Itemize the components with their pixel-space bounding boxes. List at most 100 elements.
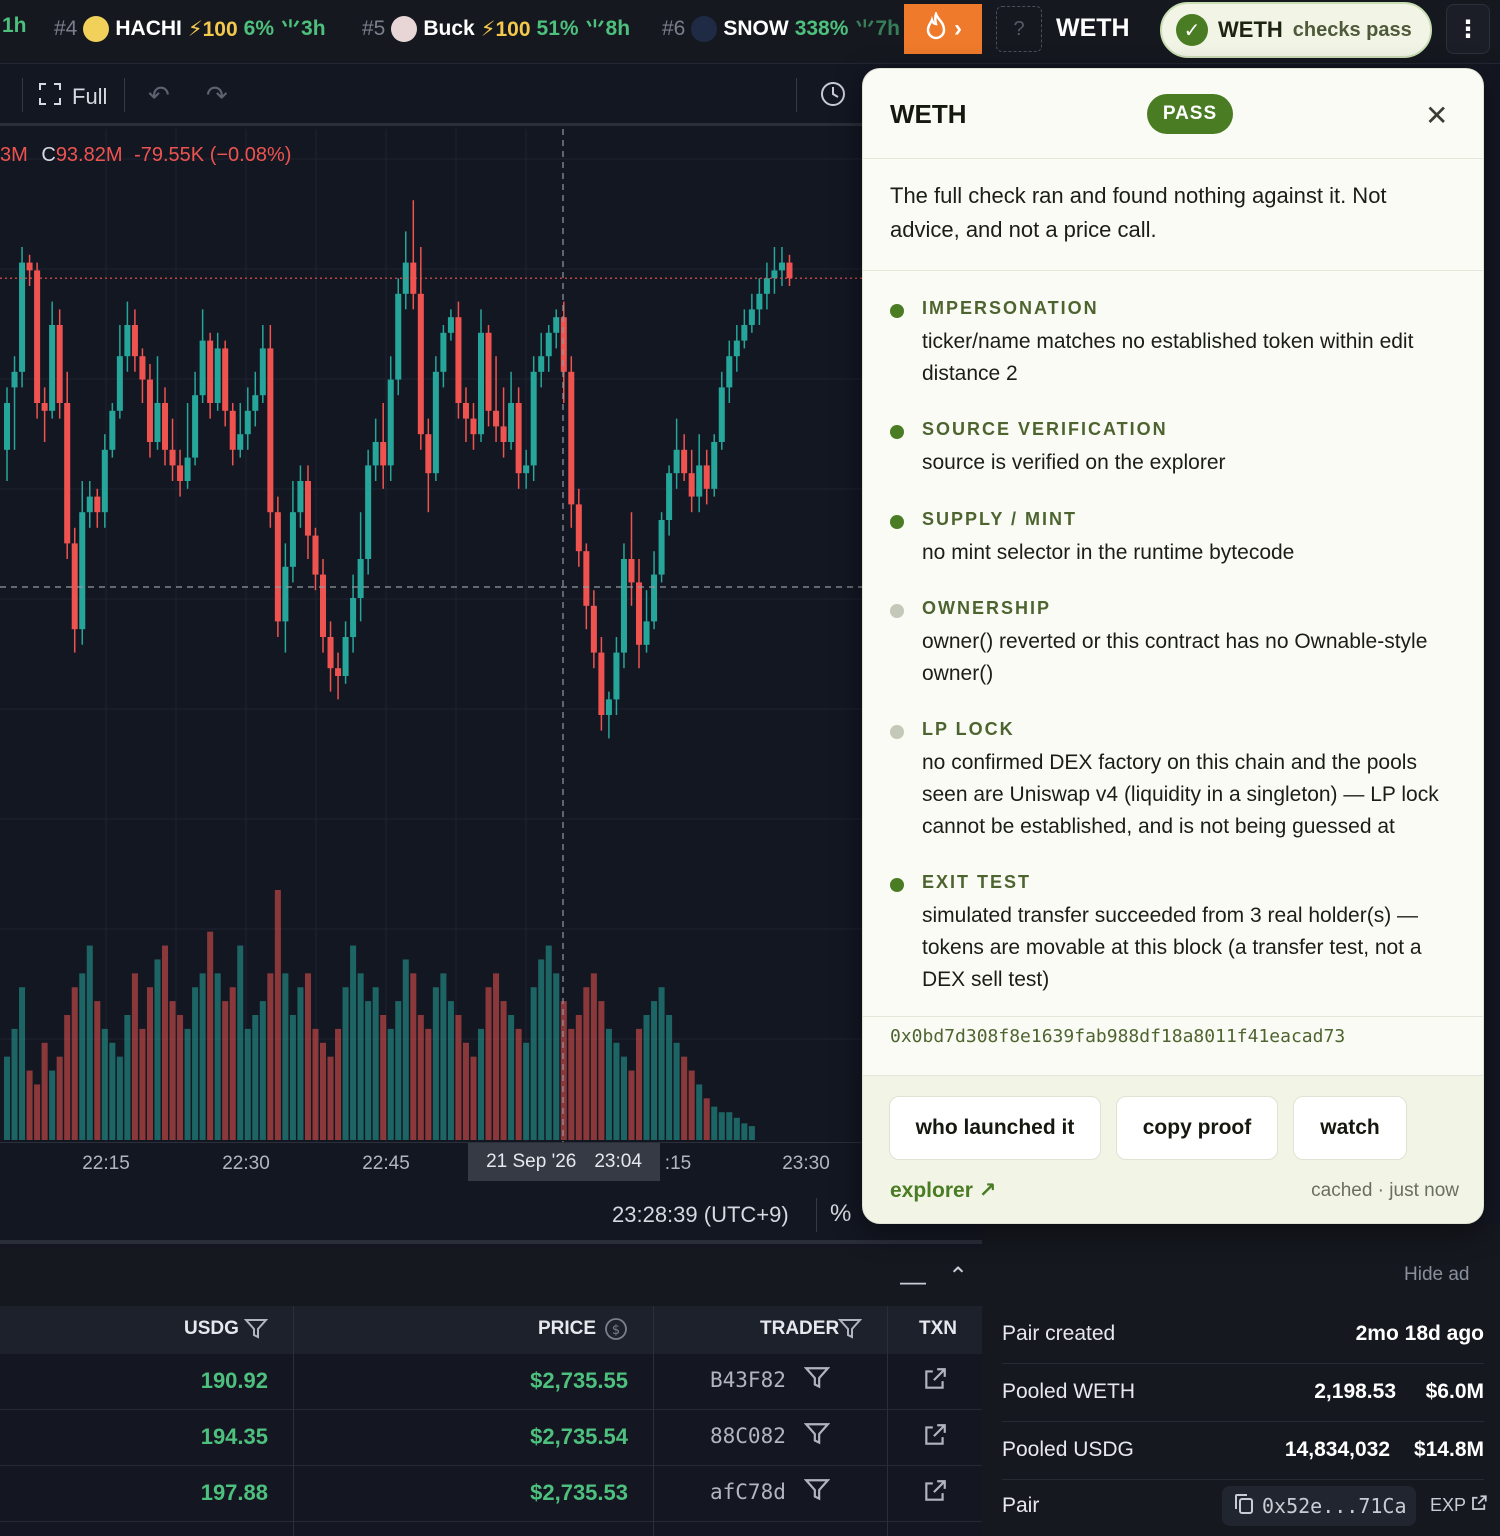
sprout-icon: ⺌	[854, 19, 876, 42]
watch-button[interactable]: watch	[1293, 1096, 1407, 1160]
candle-body	[192, 395, 199, 458]
column-usd[interactable]: USDG	[184, 1318, 239, 1340]
kebab-menu-icon[interactable]: ⋮	[1446, 4, 1490, 54]
volume-bar	[380, 1015, 387, 1140]
candle-body	[741, 325, 748, 341]
volume-bar	[696, 1084, 703, 1140]
ticker-age: 3h	[301, 17, 326, 40]
info-label: Pair created	[1002, 1322, 1116, 1345]
trades-column-header: USDG PRICE $ TRADER TXN	[0, 1306, 982, 1354]
candle-body	[530, 371, 537, 466]
external-link-icon[interactable]	[922, 1366, 948, 1397]
trade-row[interactable]: 190.92 $2,735.55 B43F82	[0, 1354, 982, 1410]
volume-bar	[733, 1117, 740, 1140]
candle-body	[681, 449, 688, 474]
info-label: Pooled USDG	[1002, 1438, 1134, 1461]
status-dot-icon	[890, 515, 904, 529]
volume-bar	[711, 1106, 718, 1140]
candle-body	[771, 270, 778, 279]
minimize-icon[interactable]: —	[900, 1266, 926, 1297]
volume-bar	[447, 1001, 454, 1140]
hide-ad-link[interactable]: Hide ad	[1404, 1264, 1470, 1286]
candle-body	[553, 317, 560, 333]
volume-bar	[515, 1028, 522, 1140]
hachi-logo-icon	[83, 16, 110, 42]
redo-icon[interactable]: ↷	[206, 80, 228, 111]
toolbar-divider	[124, 78, 125, 112]
ticker-timeframe[interactable]: 1h	[2, 14, 27, 38]
trade-row[interactable]: 197.88 $2,735.53 afC78d	[0, 1466, 982, 1522]
ticker-item-buck[interactable]: #5 Buck ⚡100 51% ⺌ 8h	[362, 14, 630, 44]
column-price[interactable]: PRICE	[538, 1318, 596, 1340]
percent-scale-button[interactable]: %	[830, 1200, 851, 1228]
checks-pass-button[interactable]: ✓ WETH checks pass	[1160, 2, 1432, 58]
ticker-age: 7h	[875, 17, 900, 40]
volume-bar	[372, 987, 379, 1140]
external-link-icon[interactable]	[922, 1422, 948, 1453]
volume-bar	[417, 1015, 424, 1140]
popover-description: The full check ran and found nothing aga…	[890, 183, 1387, 242]
crosshair-date: 21 Sep '26	[486, 1151, 577, 1172]
dollar-toggle-icon[interactable]: $	[604, 1317, 628, 1346]
candle-body	[184, 457, 191, 481]
column-trader[interactable]: TRADER	[760, 1318, 839, 1340]
volume-bar	[462, 1042, 469, 1140]
volume-bar	[590, 973, 597, 1140]
trade-trader[interactable]: 88C082	[710, 1424, 786, 1448]
volume-bar	[94, 1001, 101, 1140]
filter-icon[interactable]	[243, 1318, 269, 1345]
exp-label: EXP	[1430, 1495, 1467, 1515]
candlestick-chart[interactable]	[0, 129, 862, 1142]
time-axis: 22:15 22:30 22:45 :15 23:30 21 Sep '26 2…	[0, 1142, 862, 1184]
volume-bar	[741, 1123, 748, 1140]
copy-proof-button[interactable]: copy proof	[1116, 1096, 1278, 1160]
filter-trader-icon[interactable]	[803, 1366, 831, 1395]
trade-trader[interactable]: B43F82	[710, 1368, 786, 1392]
explorer-link[interactable]: explorer ↗	[890, 1178, 996, 1203]
time-tick: 22:30	[222, 1153, 270, 1174]
ticker-item-hachi[interactable]: #4 HACHI ⚡100 6% ⺌ 3h	[54, 14, 326, 44]
volume-bar	[252, 1015, 259, 1140]
expand-up-icon[interactable]: ⌃	[948, 1262, 968, 1291]
volume-bar	[508, 1015, 515, 1140]
volume-bar	[282, 973, 289, 1140]
trade-usd: 194.35	[200, 1424, 268, 1449]
candle-body	[86, 496, 93, 513]
candle-body	[425, 434, 432, 474]
trending-more-button[interactable]: ›	[904, 4, 982, 54]
trade-row[interactable]: 194.35 $2,735.54 88C082	[0, 1410, 982, 1466]
close-icon[interactable]: ✕	[1425, 99, 1448, 132]
candle-body	[583, 551, 590, 606]
copy-pair-address-button[interactable]: 0x52e...71Ca	[1222, 1486, 1416, 1526]
candle-body	[575, 504, 582, 552]
volume-bar	[478, 1028, 485, 1140]
trade-trader[interactable]: afC78d	[710, 1480, 786, 1504]
volume-bar	[523, 1042, 530, 1140]
volume-bar	[192, 987, 199, 1140]
status-badge: PASS	[1147, 94, 1233, 134]
filter-icon[interactable]	[837, 1318, 863, 1345]
fullscreen-button[interactable]: Full	[38, 82, 107, 112]
price-chart[interactable]	[0, 129, 862, 1142]
volume-bar	[214, 973, 221, 1140]
ticker-item-snow[interactable]: #6 SNOW 338% ⺌ 7h	[662, 14, 900, 44]
alert-clock-icon[interactable]	[818, 78, 848, 115]
filter-trader-icon[interactable]	[803, 1422, 831, 1451]
volume-bar	[538, 959, 545, 1140]
who-launched-button[interactable]: who launched it	[889, 1096, 1101, 1160]
buck-logo-icon	[391, 16, 418, 42]
check-label: EXIT TEST	[922, 872, 1032, 892]
checks-token: WETH	[1218, 17, 1283, 42]
sprout-icon: ⺌	[584, 19, 606, 42]
check-label: LP LOCK	[922, 719, 1015, 739]
volume-bar	[703, 1098, 710, 1140]
undo-icon[interactable]: ↶	[148, 80, 170, 111]
external-link-icon[interactable]	[922, 1478, 948, 1509]
status-dot-icon	[890, 425, 904, 439]
candle-body	[605, 699, 612, 715]
candle-body	[11, 371, 18, 388]
ticker-change: 6%	[243, 17, 275, 40]
explorer-pair-link[interactable]: EXP	[1430, 1494, 1488, 1517]
volume-bar	[425, 1028, 432, 1140]
filter-trader-icon[interactable]	[803, 1478, 831, 1507]
